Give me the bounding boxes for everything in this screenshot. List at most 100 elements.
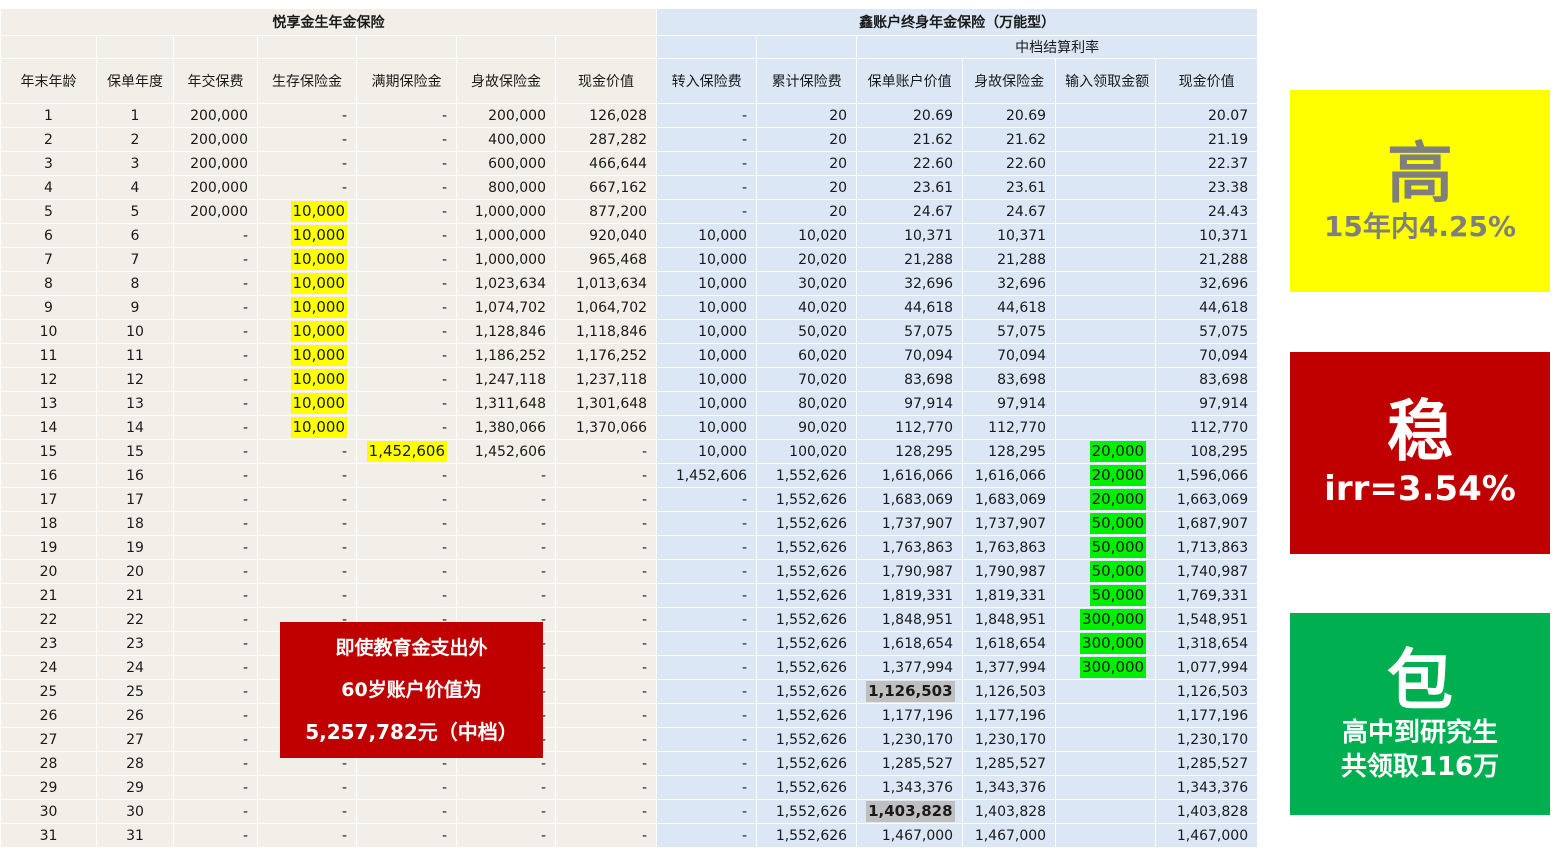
- table-cell: 6: [0, 223, 97, 248]
- table-cell: [1055, 199, 1157, 224]
- table-cell: 1,285,527: [1155, 751, 1259, 776]
- table-cell: 1,663,069: [1155, 487, 1259, 512]
- table-cell: 30: [96, 799, 174, 824]
- table-cell: 17: [0, 487, 97, 512]
- table-cell: -: [173, 631, 258, 656]
- table-cell: 10,000: [257, 391, 357, 416]
- table-cell: 1,230,170: [1155, 727, 1259, 752]
- card-guarantee-text-2: 共领取116万: [1340, 752, 1500, 783]
- table-cell: 23.38: [1155, 175, 1259, 200]
- table-cell: -: [554, 679, 658, 704]
- table-cell: [1055, 175, 1157, 200]
- table-cell: [1055, 799, 1157, 824]
- table-cell: -: [656, 175, 758, 200]
- table-cell: -: [173, 559, 258, 584]
- table-cell: 10,000: [257, 343, 357, 368]
- table-cell: 1,552,626: [756, 631, 858, 656]
- table-row: 5 5 200,000 10,000-1,000,000 877,200-20 24.67…: [0, 199, 1259, 224]
- table-cell: 24.67: [962, 199, 1057, 224]
- table-row: 31 31- - - - - -1,552,626 1,467,000 1,467,000 1,4…: [0, 823, 1259, 848]
- table-cell: -: [554, 439, 658, 464]
- table-cell: -: [173, 415, 258, 440]
- table-cell: 15: [96, 439, 174, 464]
- table-cell: 1,077,994: [1155, 655, 1259, 680]
- table-cell: -: [257, 511, 357, 536]
- table-cell: [1055, 343, 1157, 368]
- table-cell: 70,020: [756, 367, 858, 392]
- table-cell: -: [173, 823, 258, 848]
- table-cell: 20: [756, 103, 858, 128]
- highlighted-value: 10,000: [290, 321, 347, 342]
- table-cell: 2: [96, 127, 174, 152]
- table-cell: 16: [0, 463, 97, 488]
- table-cell: 57,075: [1155, 319, 1259, 344]
- column-header: 生存保险金: [257, 58, 357, 104]
- table-cell: 20,000: [1055, 487, 1157, 512]
- table-cell: 50,000: [1055, 559, 1157, 584]
- highlighted-value: 10,000: [290, 225, 347, 246]
- table-cell: -: [656, 583, 758, 608]
- table-cell: -: [173, 655, 258, 680]
- table-cell: 97,914: [962, 391, 1057, 416]
- table-row: 9 9-10,000-1,074,702 1,064,702 10,000 40,020…: [0, 295, 1259, 320]
- table-cell: 128,295: [962, 439, 1057, 464]
- table-cell: 28: [96, 751, 174, 776]
- table-cell: 126,028: [554, 103, 658, 128]
- table-cell: [1055, 151, 1157, 176]
- table-cell: -: [656, 631, 758, 656]
- table-cell: 3: [0, 151, 97, 176]
- table-cell: -: [356, 463, 457, 488]
- table-cell: 57,075: [856, 319, 964, 344]
- table-cell: 12: [0, 367, 97, 392]
- table-cell: -: [356, 175, 457, 200]
- table-cell: 1,126,503: [962, 679, 1057, 704]
- table-cell: 287,282: [554, 127, 658, 152]
- table-cell: 9: [0, 295, 97, 320]
- table-cell: 1,683,069: [856, 487, 964, 512]
- table-cell: -: [173, 535, 258, 560]
- table-cell: 100,020: [756, 439, 858, 464]
- table-cell: -: [554, 559, 658, 584]
- table-cell: -: [356, 151, 457, 176]
- table-cell: 10: [96, 319, 174, 344]
- table-cell: -: [356, 223, 457, 248]
- table-cell: -: [656, 535, 758, 560]
- table-cell: 1,177,196: [962, 703, 1057, 728]
- table-cell: 1,237,118: [554, 367, 658, 392]
- table-cell: 90,020: [756, 415, 858, 440]
- table-cell: 1,000,000: [456, 223, 556, 248]
- table-cell: 877,200: [554, 199, 658, 224]
- table-cell: 5: [96, 199, 174, 224]
- table-row: 10 10-10,000-1,128,846 1,118,846 10,000 50,0…: [0, 319, 1259, 344]
- table-cell: -: [173, 223, 258, 248]
- table-cell: 23.61: [962, 175, 1057, 200]
- highlighted-value: 300,000: [1080, 633, 1147, 654]
- table-cell: 1,616,066: [962, 463, 1057, 488]
- table-cell: 20,000: [1055, 463, 1157, 488]
- table-cell: 1,552,626: [756, 775, 858, 800]
- table-cell: 1: [0, 103, 97, 128]
- highlighted-value: 300,000: [1080, 657, 1147, 678]
- table-cell: 1,023,634: [456, 271, 556, 296]
- table-cell: 30,020: [756, 271, 858, 296]
- table-cell: 21.62: [856, 127, 964, 152]
- table-cell: [1055, 391, 1157, 416]
- table-cell: 10,000: [656, 247, 758, 272]
- table-cell: [1055, 751, 1157, 776]
- table-cell: 5: [0, 199, 97, 224]
- highlighted-value: 10,000: [290, 417, 347, 438]
- table-cell: 20: [756, 175, 858, 200]
- comparison-table: 悦享金生年金保险 鑫账户终身年金保险（万能型） 中档结算利率 年末年龄 保单年度年…: [0, 8, 1259, 848]
- table-cell: 21: [0, 583, 97, 608]
- table-cell: -: [656, 127, 758, 152]
- table-cell: -: [173, 799, 258, 824]
- table-cell: 1,177,196: [1155, 703, 1259, 728]
- table-cell: -: [356, 775, 457, 800]
- table-row: 12 12-10,000-1,247,118 1,237,118 10,000 70,0…: [0, 367, 1259, 392]
- table-cell: 200,000: [173, 103, 258, 128]
- table-cell: 13: [0, 391, 97, 416]
- table-row: 19 19- - - - - -1,552,626 1,763,863 1,763,863 50,…: [0, 535, 1259, 560]
- table-cell: 29: [0, 775, 97, 800]
- table-cell: -: [173, 343, 258, 368]
- table-cell: 27: [96, 727, 174, 752]
